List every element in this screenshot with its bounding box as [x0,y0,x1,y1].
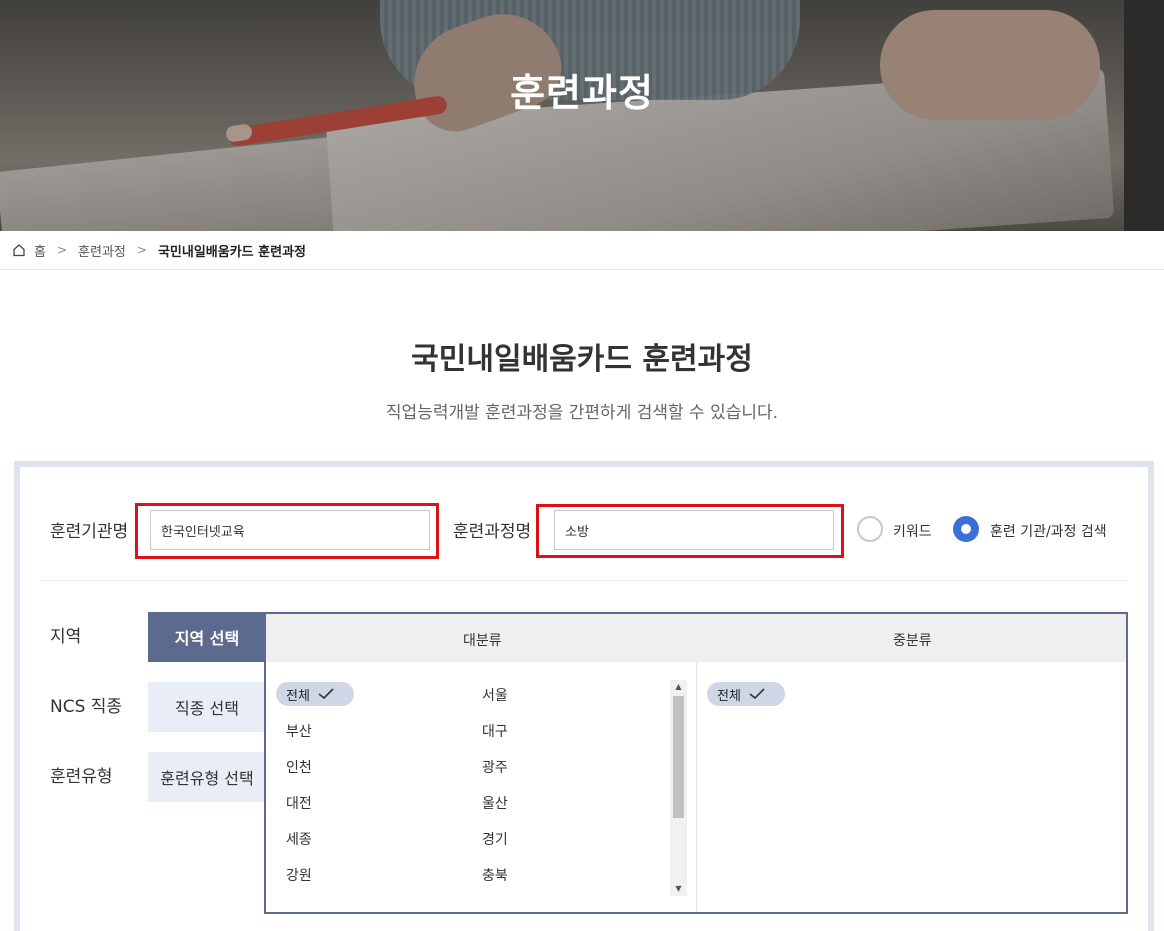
minor-category-header: 중분류 [893,633,932,649]
breadcrumb-training[interactable]: 훈련과정 [78,241,126,260]
major-item[interactable]: 경기 [482,829,508,849]
scroll-down-icon[interactable]: ▼ [670,882,687,896]
radio-institution-course-label[interactable]: 훈련 기관/과정 검색 [990,521,1107,541]
chevron-right-icon: > [136,243,147,257]
region-select-button[interactable]: 지역 선택 [148,612,266,662]
major-category-header: 대분류 [463,633,502,649]
page-title: 국민내일배움카드 훈련과정 [411,342,753,377]
institution-input[interactable]: 한국인터넷교육 [150,510,430,550]
scroll-up-icon[interactable]: ▲ [670,680,687,694]
major-item[interactable]: 광주 [482,757,508,777]
major-item[interactable]: 세종 [286,829,312,849]
ncs-select-button[interactable]: 직종 선택 [148,682,266,732]
radio-keyword[interactable] [857,516,883,542]
check-icon [318,688,334,700]
chevron-right-icon: > [56,243,68,257]
panel-header: 대분류 중분류 [266,614,1126,662]
page-subtitle: 직업능력개발 훈련과정을 간편하게 검색할 수 있습니다. [385,403,779,423]
ncs-label: NCS 직종 [50,697,123,717]
check-icon [749,688,765,700]
institution-label: 훈련기관명 [50,522,129,542]
hero-title: 훈련과정 [510,71,654,115]
major-item[interactable]: 대구 [482,721,508,741]
radio-institution-course[interactable] [953,516,979,542]
major-item[interactable]: 울산 [482,793,508,813]
column-divider [696,662,697,912]
breadcrumb: 홈 > 훈련과정 > 국민내일배움카드 훈련과정 [0,231,1164,270]
major-item[interactable]: 강원 [286,865,312,885]
minor-item-selected[interactable]: 전체 [707,682,785,706]
hero-banner: 훈련과정 [0,0,1164,231]
major-list-scrollbar[interactable]: ▲ ▼ [670,680,687,896]
scrollbar-thumb[interactable] [673,696,684,818]
training-type-select-button[interactable]: 훈련유형 선택 [148,752,266,802]
region-label: 지역 [50,627,82,647]
region-panel: 대분류 중분류 전체 서울 부산 대구 인천 광주 대전 울산 세종 경기 강원… [264,612,1128,914]
major-item-selected[interactable]: 전체 [276,682,354,706]
divider [40,580,1128,581]
home-icon[interactable] [12,243,26,257]
major-item[interactable]: 서울 [482,685,508,705]
major-item[interactable]: 대전 [286,793,312,813]
course-label: 훈련과정명 [453,522,532,542]
breadcrumb-home[interactable]: 홈 [34,241,46,260]
training-type-label: 훈련유형 [50,767,113,787]
major-item[interactable]: 부산 [286,721,312,741]
major-item[interactable]: 인천 [286,757,312,777]
major-item[interactable]: 충북 [482,865,508,885]
course-input[interactable]: 소방 [554,510,834,550]
radio-keyword-label[interactable]: 키워드 [893,521,932,541]
breadcrumb-current: 국민내일배움카드 훈련과정 [157,244,306,260]
